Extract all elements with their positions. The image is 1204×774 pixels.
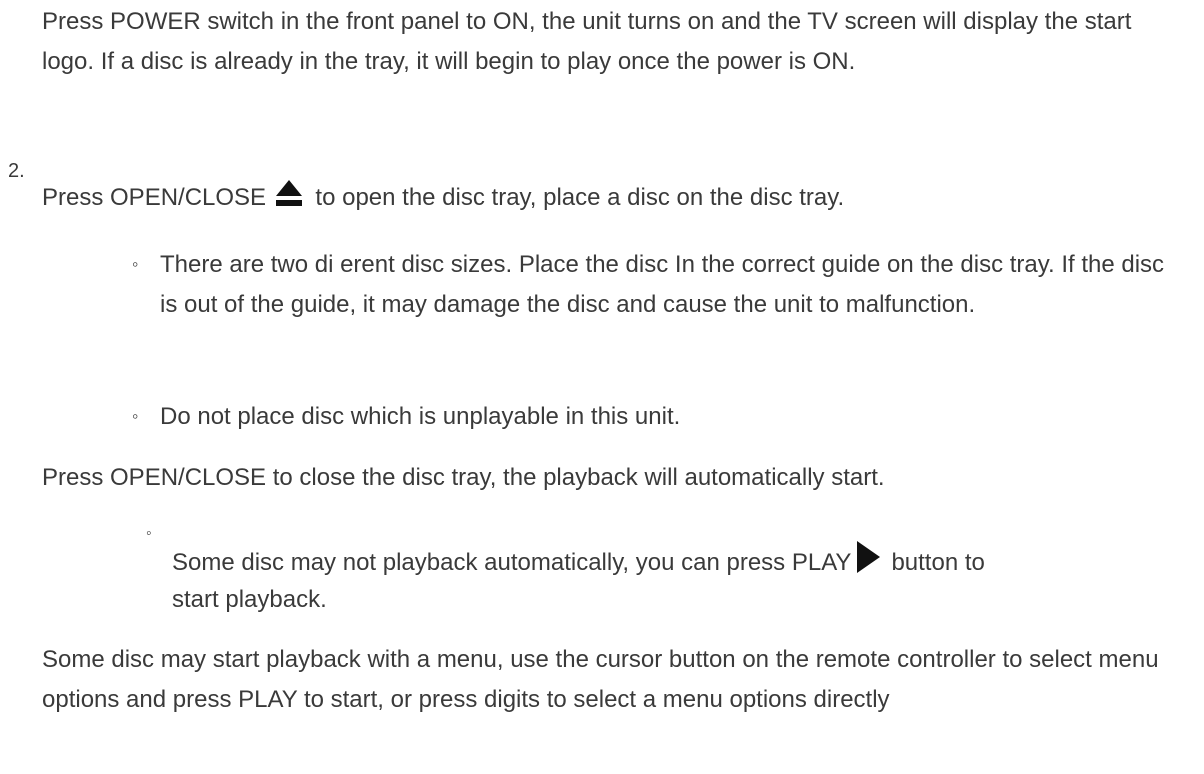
step-text: Press OPEN/CLOSE to close the disc tray,… [42, 464, 885, 491]
step-number: 2. [8, 160, 25, 182]
instruction-list: 1.Press POWER switch in the front panel … [0, 0, 1204, 774]
bullet-marker: ◦ [132, 406, 139, 426]
bullet-continuation: start playback. [172, 586, 327, 613]
step-2: 2. Press OPEN/CLOSE to open the disc tra… [8, 160, 1188, 230]
list-item: ◦ There are two di erent disc sizes. Plac… [132, 244, 1176, 325]
step-text: Some disc may start playback with a menu… [42, 646, 1159, 713]
step-text: Press POWER switch in the front panel to… [42, 8, 1132, 75]
bullet-marker: ◦ [132, 254, 139, 274]
step-number: 1. [8, 2, 42, 42]
list-item: ◦ Some disc may not playback automatical… [146, 525, 1176, 614]
bullet-text: There are two di erent disc sizes. Place… [160, 251, 1165, 318]
bullet-text: Do not place disc which is unplayable in… [160, 403, 681, 430]
bullet-marker: ◦ [146, 525, 152, 542]
step-number: 4. [8, 640, 42, 680]
step-1: 1.Press POWER switch in the front panel … [8, 2, 1188, 82]
list-item: ◦ Do not place disc which is unplayable i… [132, 396, 1176, 437]
bullet-text-after-icon: button to [891, 549, 985, 576]
step-4: 4.Some disc may start playback with a me… [8, 640, 1188, 720]
step-text-after-icon: to open the disc tray, place a disc on t… [315, 184, 845, 211]
eject-icon [275, 178, 303, 208]
step-text-before-icon: Press OPEN/CLOSE [42, 184, 267, 211]
step-number: 3. [8, 458, 42, 498]
play-icon [855, 540, 881, 574]
step-3: 3.Press OPEN/CLOSE to close the disc tra… [8, 458, 1188, 498]
bullet-text-before-icon: Some disc may not playback automatically… [172, 549, 852, 576]
